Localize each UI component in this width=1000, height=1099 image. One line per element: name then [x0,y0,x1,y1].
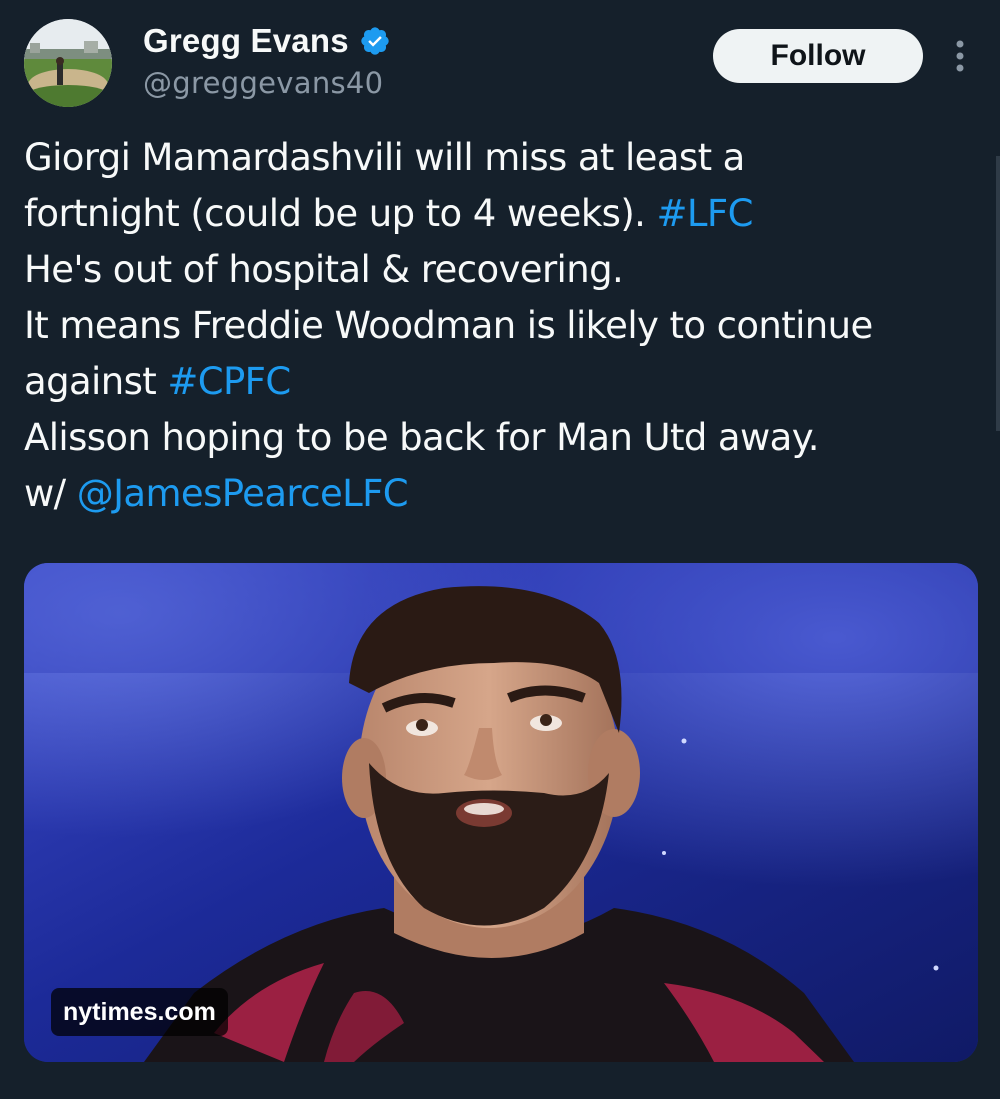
tweet-line-text: He's out of hospital & recovering. [24,248,624,291]
link-source-badge: nytimes.com [51,988,228,1036]
tweet-line-text: Alisson hoping to be back for Man Utd aw… [24,416,820,459]
scrollbar[interactable] [996,156,1000,431]
hashtag-lfc-link[interactable]: #LFC [656,192,753,235]
author-name-row: Gregg Evans [143,20,391,62]
verified-badge-icon [359,25,391,57]
author-display-name[interactable]: Gregg Evans [143,22,349,60]
avatar[interactable] [24,19,112,107]
author-handle[interactable]: @greggevans40 [143,66,383,100]
tweet-line: Giorgi Mamardashvili will miss at least … [24,130,974,186]
tweet-line: fortnight (could be up to 4 weeks). #LFC [24,186,974,242]
more-options-button[interactable] [944,36,976,76]
tweet-line-text: Giorgi Mamardashvili will miss at least … [24,136,745,179]
tweet-line-text: against [24,360,168,403]
tweet-line: He's out of hospital & recovering. [24,242,974,298]
tweet-line: It means Freddie Woodman is likely to co… [24,298,974,354]
mention-jamespearcelfc-link[interactable]: @JamesPearceLFC [77,472,409,515]
more-vertical-icon [956,40,964,72]
tweet-line: Alisson hoping to be back for Man Utd aw… [24,410,974,466]
tweet-line: against #CPFC [24,354,974,410]
tweet-line-text: It means Freddie Woodman is likely to co… [24,304,873,347]
follow-button[interactable]: Follow [713,29,923,83]
hashtag-cpfc-link[interactable]: #CPFC [167,360,291,403]
tweet-line-text: w/ [24,472,77,515]
tweet-line-text: fortnight (could be up to 4 weeks). [24,192,657,235]
tweet-line: w/ @JamesPearceLFC [24,466,974,522]
tweet-text: Giorgi Mamardashvili will miss at least … [24,130,974,522]
